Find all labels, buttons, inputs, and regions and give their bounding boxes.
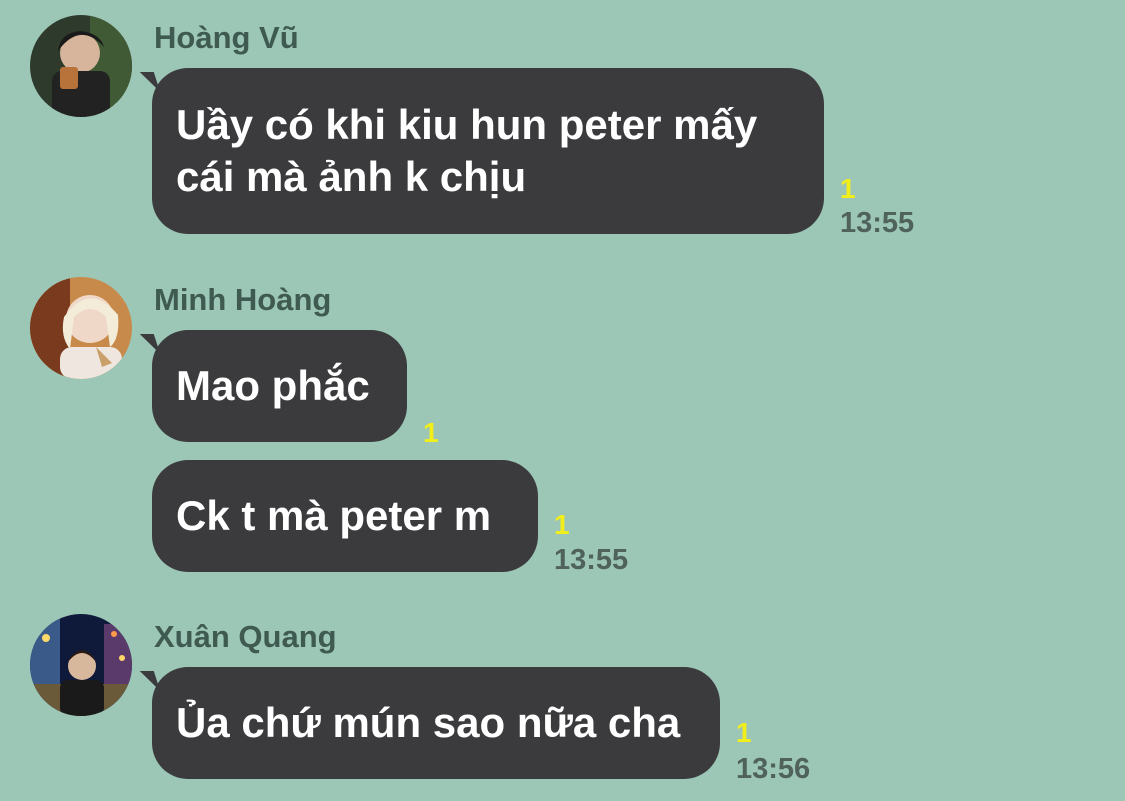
avatar-xuan-quang[interactable] [30,614,132,716]
read-count: 1 [840,173,856,204]
read-count: 1 [554,509,570,540]
avatar-hoang-vu[interactable] [30,15,132,117]
timestamp: 13:55 [554,544,629,576]
chat-view: Hoàng Vũ Uầy có khi kiu hun peter mấy cá… [0,0,1125,801]
timestamp: 13:56 [736,753,811,785]
message-bubble[interactable]: Ủa chứ mún sao nữa cha [152,667,720,779]
message-bubble[interactable]: Uầy có khi kiu hun peter mấy cái mà ảnh … [152,68,824,234]
sender-name: Hoàng Vũ [154,20,299,55]
message-text: Ủa chứ mún sao nữa cha [176,699,681,746]
timestamp: 13:55 [840,207,915,239]
avatar-minh-hoang[interactable] [30,277,132,379]
read-count: 1 [736,717,752,748]
message-text: Ck t mà peter m [176,492,492,539]
read-count: 1 [423,417,439,448]
sender-name: Minh Hoàng [154,282,332,317]
message-bubble[interactable]: Ck t mà peter m [152,460,538,572]
message-text: Uầy có khi kiu hun peter mấy cái mà ảnh … [176,101,758,200]
user-avatar-icon [30,15,132,117]
user-avatar-icon [30,277,132,379]
message-text: Mao phắc [176,362,370,409]
message-bubble[interactable]: Mao phắc [152,330,407,442]
sender-name: Xuân Quang [154,619,337,654]
user-avatar-icon [30,614,132,716]
